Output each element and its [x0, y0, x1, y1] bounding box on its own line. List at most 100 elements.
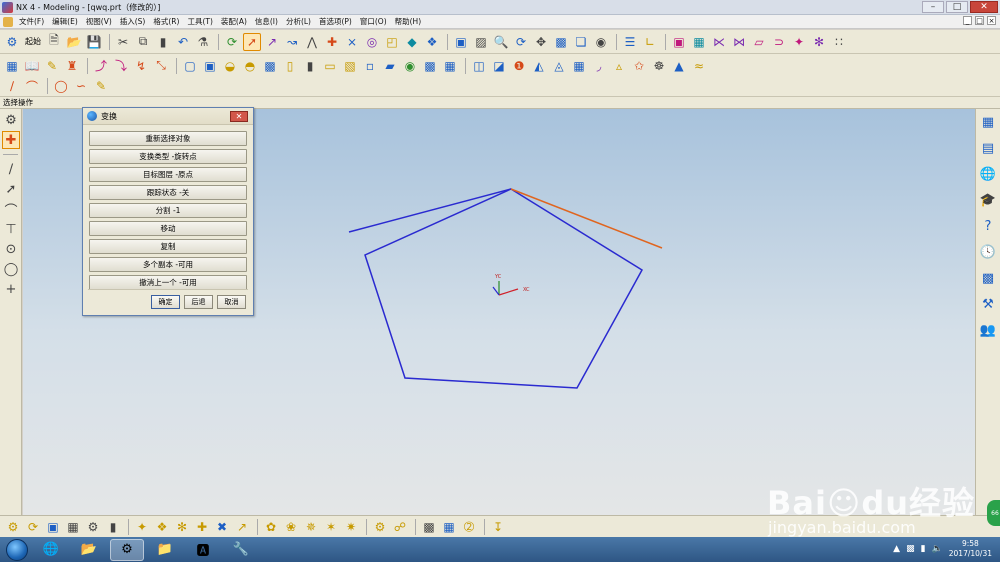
sphere-icon[interactable]: ✦ — [790, 33, 808, 51]
menu-preferences[interactable]: 首选项(P) — [319, 16, 352, 27]
intersection-icon[interactable]: ⨯ — [343, 33, 361, 51]
extract-curve-icon[interactable]: ⚙ — [371, 518, 389, 536]
selected-line-orange[interactable] — [510, 188, 663, 249]
menu-tools[interactable]: 工具(T) — [187, 16, 212, 27]
taskbar-browser-icon[interactable]: 🌐 — [34, 539, 68, 561]
zoom-window-icon[interactable]: ▨ — [472, 33, 490, 51]
slot-icon[interactable]: ▭ — [321, 57, 339, 75]
line-icon[interactable]: ∕ — [3, 77, 21, 95]
existing-point-icon[interactable]: ◆ — [403, 33, 421, 51]
training-icon[interactable]: 🎓 — [978, 190, 998, 210]
pentagon-curve[interactable] — [364, 188, 644, 389]
edit-curve-icon[interactable]: ▩ — [420, 518, 438, 536]
cylinder-icon[interactable]: ⊃ — [770, 33, 788, 51]
multiple-copies-button[interactable]: 多个副本 -可用 — [89, 257, 247, 272]
selection-filter-icon[interactable]: ⚗ — [194, 33, 212, 51]
menu-assemblies[interactable]: 装配(A) — [221, 16, 247, 27]
render-icon[interactable]: ▩ — [552, 33, 570, 51]
bridge-icon[interactable]: ◞ — [590, 57, 608, 75]
taskbar-folder-app-icon[interactable]: 📂 — [72, 539, 106, 561]
text-icon[interactable]: ▲ — [670, 57, 688, 75]
spline-tool-icon[interactable]: ∽ — [72, 77, 90, 95]
quadrant-icon[interactable]: ◰ — [383, 33, 401, 51]
point-on-curve-icon[interactable]: ❖ — [423, 33, 441, 51]
taskbar-wps-icon[interactable]: 🅰 — [186, 539, 220, 561]
move-button[interactable]: 移动 — [89, 221, 247, 236]
doc-restore-button[interactable]: □ — [975, 16, 984, 25]
doc-close-button[interactable]: × — [987, 16, 996, 25]
helix-icon[interactable]: ☸ — [650, 57, 668, 75]
pocket-icon[interactable]: ▯ — [281, 57, 299, 75]
arc-icon[interactable]: ⌒ — [23, 77, 41, 95]
menu-window[interactable]: 窗口(O) — [360, 16, 387, 27]
center-icon[interactable]: ◎ — [363, 33, 381, 51]
tray-network-icon[interactable]: ▩ — [906, 544, 915, 554]
pan-icon[interactable]: ✥ — [532, 33, 550, 51]
doc-minimize-button[interactable]: _ — [963, 16, 972, 25]
measure-icon[interactable]: ♜ — [63, 57, 81, 75]
layer-settings-icon[interactable]: ▮ — [104, 518, 122, 536]
assembly-navigator-icon[interactable]: ▦ — [978, 112, 998, 132]
circle-icon[interactable]: ◯ — [52, 77, 70, 95]
minimize-button[interactable]: – — [922, 1, 944, 13]
sweep-icon[interactable]: ▰ — [381, 57, 399, 75]
maximize-button[interactable]: □ — [946, 1, 968, 13]
face-icon[interactable]: ◪ — [490, 57, 508, 75]
edit-params-icon[interactable]: ▦ — [440, 518, 458, 536]
close-window-button[interactable]: ✕ — [970, 1, 998, 13]
wcs-display-icon[interactable]: ⚙ — [84, 518, 102, 536]
select-point-icon[interactable]: ↗ — [263, 33, 281, 51]
floating-badge[interactable]: 66 — [987, 500, 1000, 526]
endpoint-icon[interactable]: ↝ — [283, 33, 301, 51]
menu-view[interactable]: 视图(V) — [86, 16, 112, 27]
scale-icon[interactable]: ▩ — [421, 57, 439, 75]
menu-file[interactable]: 文件(F) — [19, 16, 44, 27]
point-set-icon[interactable]: ✦ — [133, 518, 151, 536]
start-button[interactable]: 起始 — [23, 33, 43, 51]
plus-point-icon[interactable]: + — [2, 280, 20, 298]
process-studio-icon[interactable]: ⚒ — [978, 294, 998, 314]
wcs-origin-icon[interactable]: ⚙ — [4, 518, 22, 536]
ok-button[interactable]: 确定 — [151, 295, 180, 309]
select-curve-icon[interactable]: ➚ — [243, 32, 261, 51]
wave-icon[interactable]: ≈ — [690, 57, 708, 75]
point-icon[interactable]: ✻ — [810, 33, 828, 51]
boss-icon[interactable]: ▩ — [261, 57, 279, 75]
line-tool-icon[interactable]: ∕ — [2, 160, 20, 178]
subtract-icon[interactable]: ▢ — [181, 57, 199, 75]
groove-icon[interactable]: ▧ — [341, 57, 359, 75]
undo-icon[interactable]: ↶ — [174, 33, 192, 51]
copy-icon[interactable]: ⧉ — [134, 33, 152, 51]
paste-icon[interactable]: ▮ — [154, 33, 172, 51]
bridge-curve-icon[interactable]: ✿ — [262, 518, 280, 536]
intersection-curve-icon[interactable]: ✶ — [322, 518, 340, 536]
block-icon[interactable]: ▱ — [750, 33, 768, 51]
extrude-icon[interactable]: ⋉ — [710, 33, 728, 51]
start-icon[interactable]: ⚙ — [3, 33, 21, 51]
start-orb-icon[interactable] — [6, 538, 28, 561]
unite-icon[interactable]: ⤡ — [152, 57, 170, 75]
menu-information[interactable]: 信息(I) — [255, 16, 278, 27]
surface-icon[interactable]: ◬ — [550, 57, 568, 75]
book-icon[interactable]: 📖 — [23, 57, 41, 75]
wcs-icon[interactable]: ∟ — [641, 33, 659, 51]
history-icon[interactable]: 🕓 — [978, 242, 998, 262]
edge-blend-icon[interactable]: ⤴ — [92, 57, 110, 75]
datum-icon[interactable]: ▦ — [690, 33, 708, 51]
pattern-icon[interactable]: ▦ — [441, 57, 459, 75]
wcs-save-icon[interactable]: ▦ — [64, 518, 82, 536]
taskbar-explorer-icon[interactable]: 📁 — [148, 539, 182, 561]
shaded-icon[interactable]: ◉ — [592, 33, 610, 51]
intersect-icon[interactable]: ▣ — [201, 57, 219, 75]
shell-icon[interactable]: ◒ — [221, 57, 239, 75]
subdivisions-button[interactable]: 分割 -1 — [89, 203, 247, 218]
rotate-icon[interactable]: ⟳ — [512, 33, 530, 51]
join-curve-icon[interactable]: ☍ — [391, 518, 409, 536]
point-constructor-icon[interactable]: ✚ — [2, 131, 20, 149]
drafting-icon[interactable]: ✎ — [43, 57, 61, 75]
mirror-icon[interactable]: ◫ — [470, 57, 488, 75]
zoom-icon[interactable]: 🔍 — [492, 33, 510, 51]
offset-icon[interactable]: ◉ — [401, 57, 419, 75]
transform-type-button[interactable]: 变换类型 -旋转点 — [89, 149, 247, 164]
datum-csys-icon[interactable]: ✚ — [193, 518, 211, 536]
